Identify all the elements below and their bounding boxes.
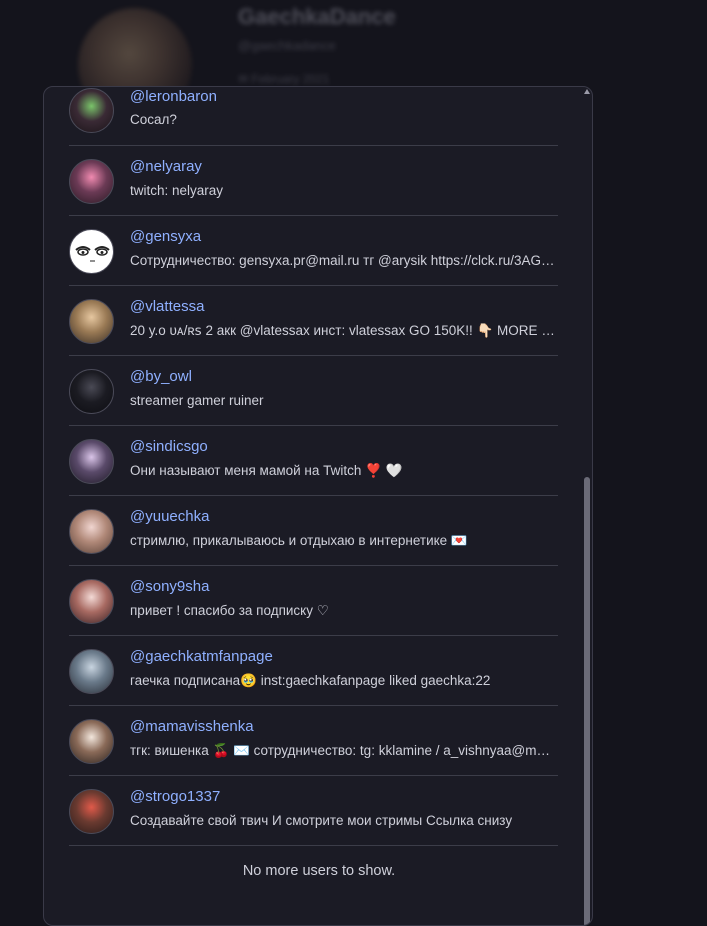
user-list: @leronbaron Сосал? @nelyaray twitch: nelyar… [69,87,558,846]
user-handle-link[interactable]: @nelyaray [130,158,202,175]
user-avatar[interactable] [69,88,114,133]
user-row[interactable]: @vlattessa 20 y.o ᴜᴀ/ʀꜱ 2 акк @vlatessax … [69,286,558,356]
user-bio: стримлю, прикалываюсь и отдыхаю в интерн… [130,533,468,548]
user-handle-link[interactable]: @strogo1337 [130,788,220,805]
user-row[interactable]: @leronbaron Сосал? [69,87,558,146]
background-profile-handle: @gaechkadance [238,38,336,53]
user-avatar[interactable] [69,789,114,834]
user-bio: Сосал? [130,112,177,127]
user-avatar[interactable] [69,579,114,624]
user-bio: Они называют меня мамой на Twitch ❣️ 🤍 [130,463,403,478]
user-handle-link[interactable]: @gensyxa [130,228,201,245]
user-handle-link[interactable]: @sindicsgo [130,438,208,455]
user-bio: тгк: вишенка 🍒 ✉️ сотрудничество: tg: kk… [130,743,556,758]
user-row[interactable]: @by_owl streamer gamer ruiner [69,356,558,426]
user-row[interactable]: @nelyaray twitch: nelyaray [69,146,558,216]
user-row[interactable]: @gaechkatmfanpage гаечка подписана🥹 inst:… [69,636,558,706]
no-more-users-text: No more users to show. [242,863,396,879]
user-row[interactable]: @gensyxa Сотрудничество: gensyxa.pr@mail.… [69,216,558,286]
user-row[interactable]: @strogo1337 Создавайте свой твич И смотри… [69,776,558,846]
followers-modal: @leronbaron Сосал? @nelyaray twitch: nelyar… [43,86,593,926]
user-avatar[interactable] [69,509,114,554]
user-row[interactable]: @yuuechka стримлю, прикалываюсь и отдыхаю… [69,496,558,566]
user-avatar[interactable] [69,159,114,204]
user-row[interactable]: @mamavisshenka тгк: вишенка 🍒 ✉️ сотрудни… [69,706,558,776]
user-bio: twitch: nelyaray [130,183,224,198]
cartoon-eyes-icon [75,246,110,262]
user-handle-link[interactable]: @leronbaron [130,88,217,105]
user-handle-link[interactable]: @sony9sha [130,578,209,595]
user-avatar[interactable] [69,439,114,484]
user-bio: привет ! спасибо за подписку ♡ [130,603,329,618]
user-bio: streamer gamer ruiner [130,393,264,408]
user-avatar[interactable] [69,649,114,694]
scrollbar-thumb[interactable] [584,477,590,925]
user-handle-link[interactable]: @vlattessa [130,298,204,315]
user-row[interactable]: @sindicsgo Они называют меня мамой на Twi… [69,426,558,496]
user-handle-link[interactable]: @gaechkatmfanpage [130,648,273,665]
background-profile-joined: ✉ February 2021 [238,72,330,86]
scroll-up-arrow-icon[interactable] [584,89,590,94]
user-bio: Сотрудничество: gensyxa.pr@mail.ru тг @a… [130,253,556,268]
user-row[interactable]: @sony9sha привет ! спасибо за подписку ♡ [69,566,558,636]
user-avatar[interactable] [69,719,114,764]
user-handle-link[interactable]: @by_owl [130,368,192,385]
user-bio: гаечка подписана🥹 inst:gaechkafanpage li… [130,673,491,688]
scrollbar[interactable] [581,87,592,925]
background-profile-name: GaechkaDance [238,4,396,29]
user-handle-link[interactable]: @mamavisshenka [130,718,254,735]
user-avatar[interactable] [69,229,114,274]
user-avatar[interactable] [69,299,114,344]
user-bio: Создавайте свой твич И смотрите мои стри… [130,813,513,828]
user-handle-link[interactable]: @yuuechka [130,508,209,525]
user-bio: 20 y.o ᴜᴀ/ʀꜱ 2 акк @vlatessax инст: vlat… [130,323,556,338]
user-avatar[interactable] [69,369,114,414]
